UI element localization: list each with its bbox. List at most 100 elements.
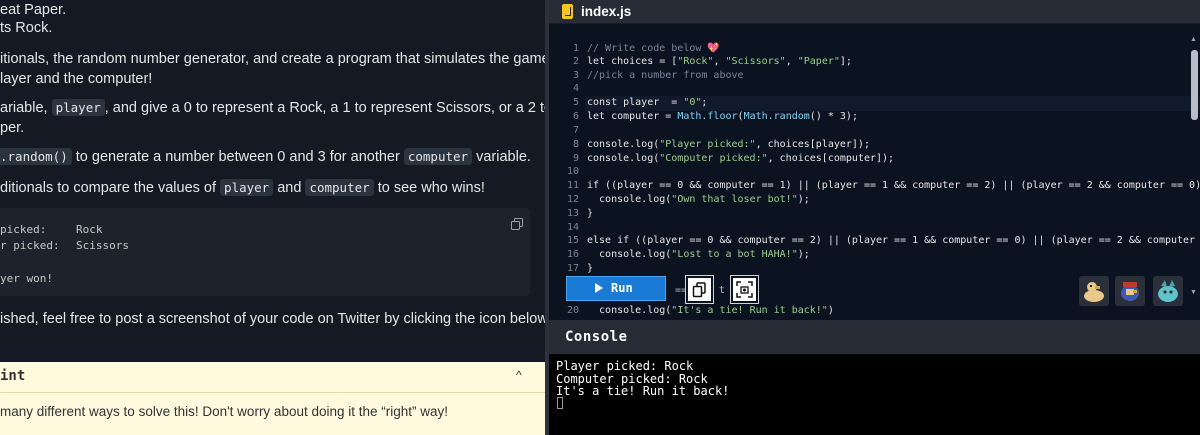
line-number: 10 (566, 166, 579, 177)
hint-title: int (0, 368, 26, 384)
run-label: Run (611, 281, 633, 295)
line-number: 5 (572, 97, 579, 108)
lesson-text: ditionals to compare the values of playe… (0, 179, 485, 196)
scroll-thumb[interactable] (1191, 50, 1198, 120)
line-number: 16 (566, 249, 579, 260)
code-line: } (587, 263, 594, 274)
line-number: 6 (572, 111, 579, 122)
file-tab[interactable]: index.js (549, 0, 689, 24)
lesson-text: ariable, player, and give a 0 to represe… (0, 99, 545, 116)
screenshot-button[interactable] (730, 275, 759, 304)
code-token: ) (827, 305, 834, 316)
code-token: , choices[player]); (755, 139, 870, 150)
code-line: console.log("Own that loser bot!"); (587, 194, 810, 205)
example-label: r picked: (0, 239, 60, 252)
lesson-text-part: to see who wins! (373, 180, 485, 196)
code-line: const player = "0"; (587, 97, 707, 108)
example-output-box (0, 208, 530, 296)
scroll-up-icon[interactable]: ▲ (1190, 36, 1197, 43)
lesson-text: eat Paper. (0, 2, 67, 18)
code-token: console.log( (587, 153, 660, 164)
copy-code-button[interactable] (685, 275, 714, 304)
hint-panel[interactable]: int ^ many different ways to solve this!… (0, 362, 545, 435)
example-value: Rock (76, 223, 103, 236)
copy-icon (692, 282, 706, 298)
blob-mascot-icon[interactable] (1153, 276, 1183, 306)
code-token: console.log( (587, 194, 672, 205)
example-label: picked: (0, 223, 47, 236)
line-number: 14 (566, 222, 579, 233)
code-fragment: t (719, 285, 726, 296)
code-string: "Player picked:" (659, 139, 756, 150)
js-file-icon (562, 4, 573, 19)
divider (0, 392, 545, 393)
code-token: () * 3); (809, 111, 858, 122)
code-line: console.log("It's a tie! Run it back!") (587, 305, 834, 316)
code-editor[interactable]: 1 2 3 4 5 6 7 8 9 10 11 12 13 14 15 16 1… (549, 24, 1200, 320)
lesson-text: layer and the computer! (0, 71, 153, 87)
line-number: 1 (572, 43, 579, 54)
lesson-text: ished, feel free to post a screenshot of… (0, 311, 545, 327)
screenshot-icon (736, 281, 753, 298)
code-token: console.log( (587, 305, 672, 316)
code-string: "Computer picked:" (659, 153, 768, 164)
code-token: ); (797, 194, 810, 205)
code-line: } (587, 208, 594, 219)
code-function: Math.floor (677, 111, 738, 122)
line-number: 4 (572, 83, 579, 94)
copy-icon[interactable] (511, 218, 523, 230)
line-number: 20 (566, 305, 579, 316)
code-line: else if ((player == 0 && computer == 2) … (587, 235, 1200, 246)
code-token: ); (797, 249, 810, 260)
lesson-text-part: , and give a 0 to represent a Rock, a 1 … (104, 100, 545, 116)
console-line: Player picked: Rock (556, 359, 694, 373)
code-string: "Paper" (797, 56, 840, 67)
inline-code: computer (403, 148, 473, 165)
code-comment: // Write code below (587, 43, 708, 54)
lesson-text: itionals, the random number generator, a… (0, 51, 545, 67)
code-line: // Write code below 💖 (587, 43, 720, 54)
bird-mascot-icon[interactable] (1115, 276, 1145, 306)
inline-code: player (51, 99, 105, 116)
line-number: 2 (572, 56, 579, 67)
code-line: console.log("Computer picked:", choices[… (587, 153, 894, 164)
console-title: Console (565, 329, 628, 345)
duck-mascot-icon[interactable] (1079, 276, 1109, 306)
console-line: It's a tie! Run it back! (556, 384, 730, 398)
console-output[interactable]: Player picked: Rock Computer picked: Roc… (549, 354, 1200, 435)
heart-emoji: 💖 (707, 43, 720, 54)
editor-tab-bar: index.js (549, 0, 1200, 24)
lesson-text-part: and (273, 180, 306, 196)
code-token: console.log( (587, 249, 672, 260)
lesson-text-part: variable. (472, 149, 531, 165)
chevron-up-icon[interactable]: ^ (516, 368, 522, 382)
line-number: 8 (572, 139, 579, 150)
lesson-text: ts Rock. (0, 20, 53, 36)
code-token: let computer = (587, 111, 678, 122)
hint-text: many different ways to solve this! Don't… (0, 404, 449, 419)
code-string: "Own that loser bot!" (671, 194, 798, 205)
code-function: Math.random (743, 111, 810, 122)
lesson-text-part: ariable, (0, 100, 52, 116)
code-line: if ((player == 0 && computer == 1) || (p… (587, 180, 1200, 191)
line-number: 3 (572, 70, 579, 81)
code-string: "Lost to a bot HAHA!" (671, 249, 798, 260)
code-token: let choices = [ (587, 56, 678, 67)
code-string: "Scissors" (725, 56, 786, 67)
scroll-down-icon[interactable]: ▼ (1190, 289, 1197, 296)
code-token: ]; (839, 56, 852, 67)
run-button[interactable]: Run (566, 276, 666, 301)
code-token: const player = (587, 97, 684, 108)
example-result: yer won! (0, 272, 53, 285)
line-number: 13 (566, 208, 579, 219)
lesson-text-part: to generate a number between 0 and 3 for… (71, 149, 404, 165)
lesson-text-part: ditionals to compare the values of (0, 180, 221, 196)
code-line: let computer = Math.floor(Math.random() … (587, 111, 858, 122)
code-token: , (785, 56, 798, 67)
code-token: , choices[computer]); (767, 153, 895, 164)
code-line: //pick a number from above (587, 70, 744, 81)
code-line: console.log("Lost to a bot HAHA!"); (587, 249, 810, 260)
line-number: 9 (572, 153, 579, 164)
file-name: index.js (581, 4, 632, 19)
code-string: "Rock" (677, 56, 714, 67)
